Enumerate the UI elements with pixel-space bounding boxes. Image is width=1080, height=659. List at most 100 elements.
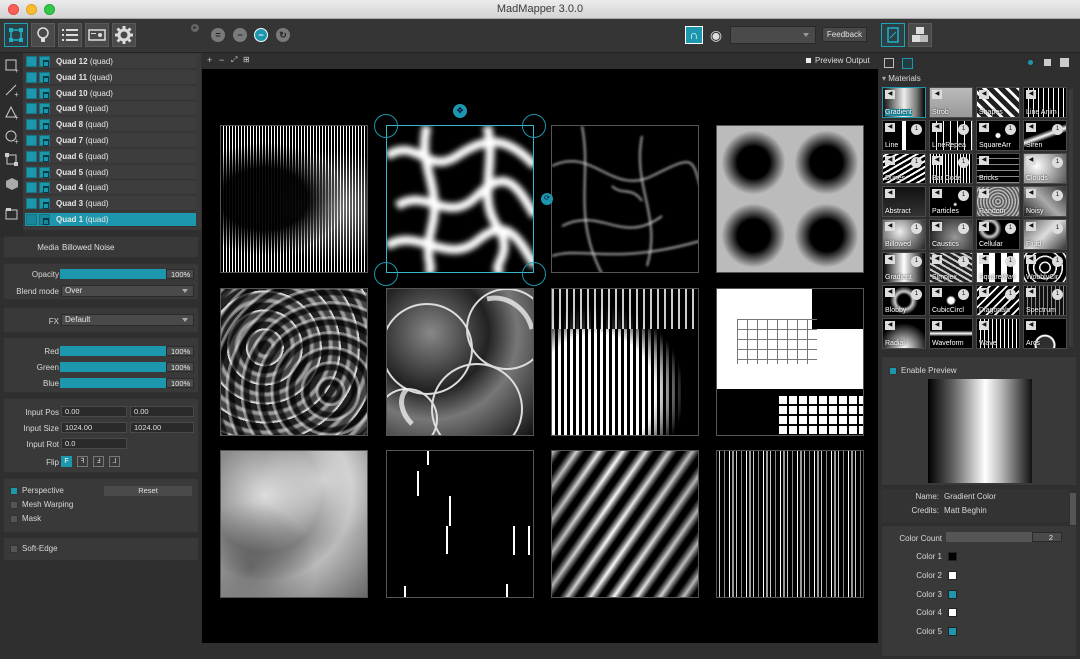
corner-handle-top-right[interactable] — [522, 114, 546, 138]
play-icon[interactable]: ◀ — [932, 123, 942, 132]
play-icon[interactable]: ◀ — [932, 288, 942, 297]
play-icon[interactable]: ◀ — [932, 321, 942, 330]
material-thumbnail[interactable]: ◀ 1 Spectrum — [1023, 285, 1067, 316]
list-mode-button[interactable] — [58, 23, 82, 47]
quad-tile[interactable] — [716, 125, 864, 273]
fx-select[interactable]: Default — [61, 314, 194, 326]
enable-preview-checkbox[interactable] — [889, 367, 897, 375]
play-icon[interactable]: ◀ — [1026, 156, 1036, 165]
material-thumbnail[interactable]: ◀ Abstract — [882, 186, 926, 217]
collapse-arrow-icon[interactable]: ▸ — [191, 24, 199, 32]
play-icon[interactable]: ◀ — [885, 222, 895, 231]
material-thumbnail[interactable]: ◀ 1 SquareArr — [976, 120, 1020, 151]
add-quad-icon[interactable]: + — [5, 59, 19, 73]
play-icon[interactable]: ◀ — [1026, 90, 1036, 99]
blue-value[interactable]: 100% — [166, 378, 194, 388]
rotate-button[interactable]: ↻ — [276, 28, 290, 42]
play-icon[interactable]: ◀ — [1026, 255, 1036, 264]
quad-tile[interactable] — [386, 450, 534, 598]
material-thumbnail[interactable]: ◀ Shapes — [976, 87, 1020, 118]
green-slider[interactable] — [60, 362, 166, 372]
layer-row[interactable]: Quad 10 (quad) — [25, 86, 196, 101]
color-swatch[interactable] — [948, 589, 957, 599]
move-handle-icon[interactable]: ✥ — [453, 104, 467, 118]
output-select[interactable] — [730, 26, 816, 44]
red-value[interactable]: 100% — [166, 346, 194, 356]
opacity-slider[interactable] — [60, 269, 166, 279]
lock-icon[interactable] — [39, 103, 50, 115]
material-thumbnail[interactable]: ◀ Random — [976, 186, 1020, 217]
lock-icon[interactable] — [39, 150, 50, 162]
play-icon[interactable]: ◀ — [885, 255, 895, 264]
play-icon[interactable]: ◀ — [932, 156, 942, 165]
material-thumbnail[interactable]: ◀ 1 Noisy — [1023, 186, 1067, 217]
lock-icon[interactable] — [39, 87, 50, 99]
visibility-toggle[interactable] — [26, 198, 37, 210]
input-rot-field[interactable]: 0.0 — [61, 438, 127, 449]
play-icon[interactable]: ◀ — [979, 321, 989, 330]
zoom-in-icon[interactable]: + — [207, 55, 212, 65]
play-icon[interactable]: ◀ — [979, 222, 989, 231]
material-thumbnail[interactable]: ◀ 1 Line — [882, 120, 926, 151]
material-thumbnail[interactable]: ◀ 1 Cellular — [976, 219, 1020, 250]
play-icon[interactable]: ◀ — [885, 90, 895, 99]
input-pos-y-field[interactable]: 0.00 — [130, 406, 194, 417]
mesh-warping-checkbox[interactable] — [10, 501, 18, 509]
lock-icon[interactable] — [39, 214, 50, 225]
visibility-toggle[interactable] — [26, 119, 37, 131]
stage-canvas[interactable]: ✥ ⟳ — [202, 69, 878, 643]
add-mesh-icon[interactable] — [5, 153, 19, 167]
quad-tile-selected[interactable] — [386, 125, 534, 273]
material-tab-icon[interactable] — [902, 58, 913, 69]
play-icon[interactable]: ◀ — [885, 189, 895, 198]
modules-button[interactable] — [908, 23, 932, 47]
add-line-icon[interactable]: + — [5, 83, 19, 97]
material-thumbnail[interactable]: ◀ Gradient — [882, 87, 926, 118]
color-swatch[interactable] — [948, 552, 957, 561]
quad-tile[interactable] — [716, 450, 864, 598]
play-icon[interactable]: ◀ — [1026, 123, 1036, 132]
corner-handle-top-left[interactable] — [374, 114, 398, 138]
light-mode-button[interactable] — [31, 23, 55, 47]
play-icon[interactable]: ◀ — [979, 189, 989, 198]
color-swatch[interactable] — [948, 627, 957, 637]
add-folder-icon[interactable] — [5, 207, 19, 221]
layer-row[interactable]: Quad 1 (quad) — [25, 213, 196, 227]
visibility-toggle[interactable] — [26, 56, 37, 67]
red-slider[interactable] — [60, 346, 166, 356]
color-swatch[interactable] — [948, 570, 957, 580]
flip-vertical-button[interactable]: Ⅎ — [93, 456, 104, 467]
quad-tile[interactable] — [220, 288, 368, 436]
visibility-toggle[interactable] — [26, 214, 37, 225]
material-thumbnail[interactable]: ◀ 1 Blobby — [882, 285, 926, 316]
lock-icon[interactable] — [39, 166, 50, 178]
material-thumbnail[interactable]: ◀ 1 Billowed — [882, 219, 926, 250]
play-icon[interactable]: ◀ — [1026, 222, 1036, 231]
quad-tile[interactable] — [551, 288, 699, 436]
color-swatch[interactable] — [948, 608, 957, 618]
visibility-toggle[interactable] — [26, 166, 37, 178]
perspective-checkbox[interactable] — [10, 487, 18, 495]
visibility-toggle[interactable] — [26, 71, 37, 83]
material-thumbnail[interactable]: ◀ Strob — [929, 87, 973, 118]
size-small-icon[interactable] — [1028, 60, 1033, 65]
reset-button[interactable]: Reset — [104, 486, 192, 496]
play-icon[interactable]: ◀ — [979, 288, 989, 297]
material-thumbnail[interactable]: ◀ 1 Fluid — [1023, 219, 1067, 250]
lock-icon[interactable] — [39, 56, 50, 67]
play-icon[interactable]: ◀ — [885, 156, 895, 165]
magnet-snap-icon[interactable]: ∩ — [685, 26, 703, 44]
opacity-value[interactable]: 100% — [166, 269, 194, 279]
layer-row[interactable]: Quad 5 (quad) — [25, 165, 196, 180]
play-icon[interactable]: ◀ — [932, 90, 942, 99]
material-thumbnail[interactable]: ◀ Waveform — [929, 318, 973, 349]
visibility-toggle[interactable] — [26, 135, 37, 146]
align-equal-button[interactable]: = — [211, 28, 225, 42]
corner-handle-bottom-right[interactable] — [522, 262, 546, 286]
visibility-toggle[interactable] — [26, 103, 37, 115]
zoom-out-icon[interactable]: − — [219, 55, 224, 65]
material-thumbnail[interactable]: ◀ Line Anim — [1023, 87, 1067, 118]
lock-icon[interactable] — [39, 198, 50, 210]
material-thumbnail[interactable]: ◀ Arcs — [1023, 318, 1067, 349]
play-icon[interactable]: ◀ — [932, 222, 942, 231]
